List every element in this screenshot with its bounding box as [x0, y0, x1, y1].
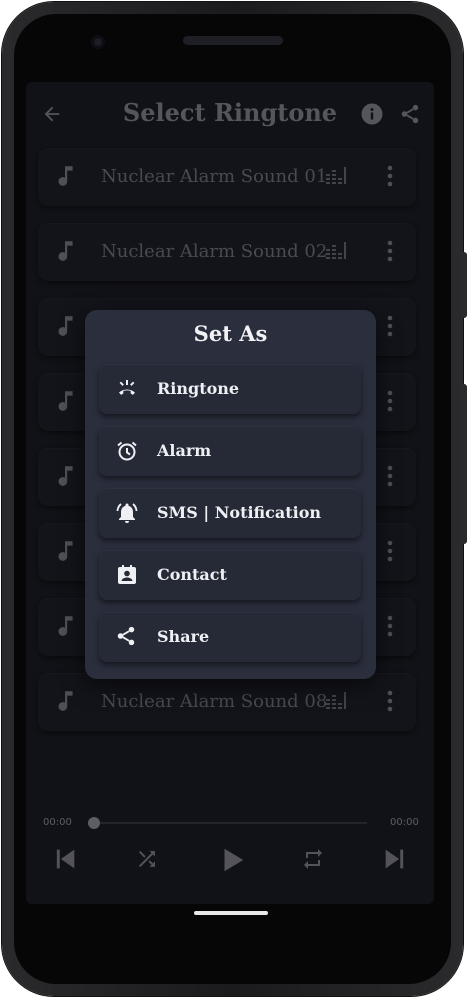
- set-as-dialog: Set As Ringtone Alarm SMS | Notification: [85, 310, 376, 679]
- option-label: SMS | Notification: [157, 503, 322, 522]
- alarm-clock-icon: [117, 441, 137, 461]
- option-label: Alarm: [157, 441, 212, 460]
- notification-bell-icon: [116, 503, 138, 523]
- app-screen: Select Ringtone Nuclear Alarm Sound 01 N…: [26, 82, 434, 904]
- front-camera: [91, 35, 105, 49]
- volume-button: [461, 384, 467, 544]
- earpiece-speaker: [183, 36, 283, 45]
- power-button: [461, 252, 467, 318]
- share-icon: [117, 626, 135, 646]
- option-label: Contact: [157, 565, 227, 584]
- option-label: Share: [157, 627, 210, 646]
- set-as-notification-option[interactable]: SMS | Notification: [99, 488, 361, 538]
- contact-icon: [118, 565, 136, 584]
- set-as-share-option[interactable]: Share: [99, 612, 361, 662]
- set-as-contact-option[interactable]: Contact: [99, 550, 361, 600]
- set-as-ringtone-option[interactable]: Ringtone: [99, 364, 361, 414]
- option-label: Ringtone: [157, 379, 240, 398]
- home-indicator[interactable]: [194, 911, 268, 915]
- ringtone-icon: [119, 380, 135, 395]
- dialog-title: Set As: [193, 321, 268, 346]
- set-as-alarm-option[interactable]: Alarm: [99, 426, 361, 476]
